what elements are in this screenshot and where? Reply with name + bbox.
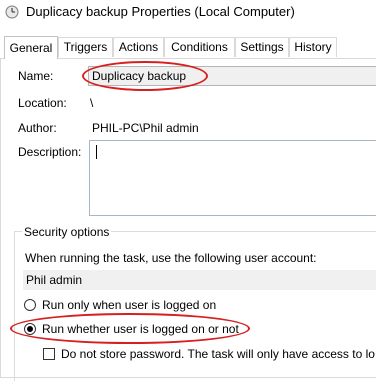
tab-actions[interactable]: Actions: [113, 37, 164, 57]
checkbox-do-not-store-password-label: Do not store password. The task will onl…: [61, 347, 375, 361]
tab-triggers[interactable]: Triggers: [58, 37, 113, 57]
tab-conditions[interactable]: Conditions: [164, 37, 235, 57]
radio-run-whether-logged-on-label: Run whether user is logged on or not: [42, 322, 239, 336]
title-bar: Duplicacy backup Properties (Local Compu…: [0, 0, 376, 28]
user-account-field: Phil admin: [23, 270, 376, 290]
name-label: Name:: [18, 69, 54, 83]
name-field[interactable]: Duplicacy backup: [88, 66, 376, 86]
tab-general[interactable]: General: [4, 36, 58, 59]
description-field[interactable]: [89, 140, 376, 216]
radio-button-checked[interactable]: [24, 323, 36, 335]
clock-task-icon: [5, 5, 19, 19]
text-caret: [96, 145, 97, 159]
security-options-legend: Security options: [22, 225, 112, 239]
window-title: Duplicacy backup Properties (Local Compu…: [26, 4, 295, 19]
checkbox[interactable]: [43, 348, 55, 360]
tab-settings[interactable]: Settings: [235, 37, 289, 57]
radio-run-only-logged-on-label: Run only when user is logged on: [42, 298, 217, 312]
description-label: Description:: [18, 145, 82, 159]
radio-run-whether-logged-on[interactable]: Run whether user is logged on or not: [24, 322, 376, 338]
checkbox-do-not-store-password[interactable]: Do not store password. The task will onl…: [43, 347, 376, 363]
author-label: Author:: [18, 121, 57, 135]
radio-run-only-logged-on[interactable]: Run only when user is logged on: [24, 298, 376, 314]
author-value: PHIL-PC\Phil admin: [92, 121, 199, 135]
location-value: \: [90, 96, 94, 110]
tab-strip: General Triggers Actions Conditions Sett…: [0, 36, 376, 59]
tab-history[interactable]: History: [289, 37, 337, 57]
account-prompt: When running the task, use the following…: [25, 251, 317, 265]
location-label: Location:: [18, 96, 67, 110]
radio-button[interactable]: [24, 299, 36, 311]
